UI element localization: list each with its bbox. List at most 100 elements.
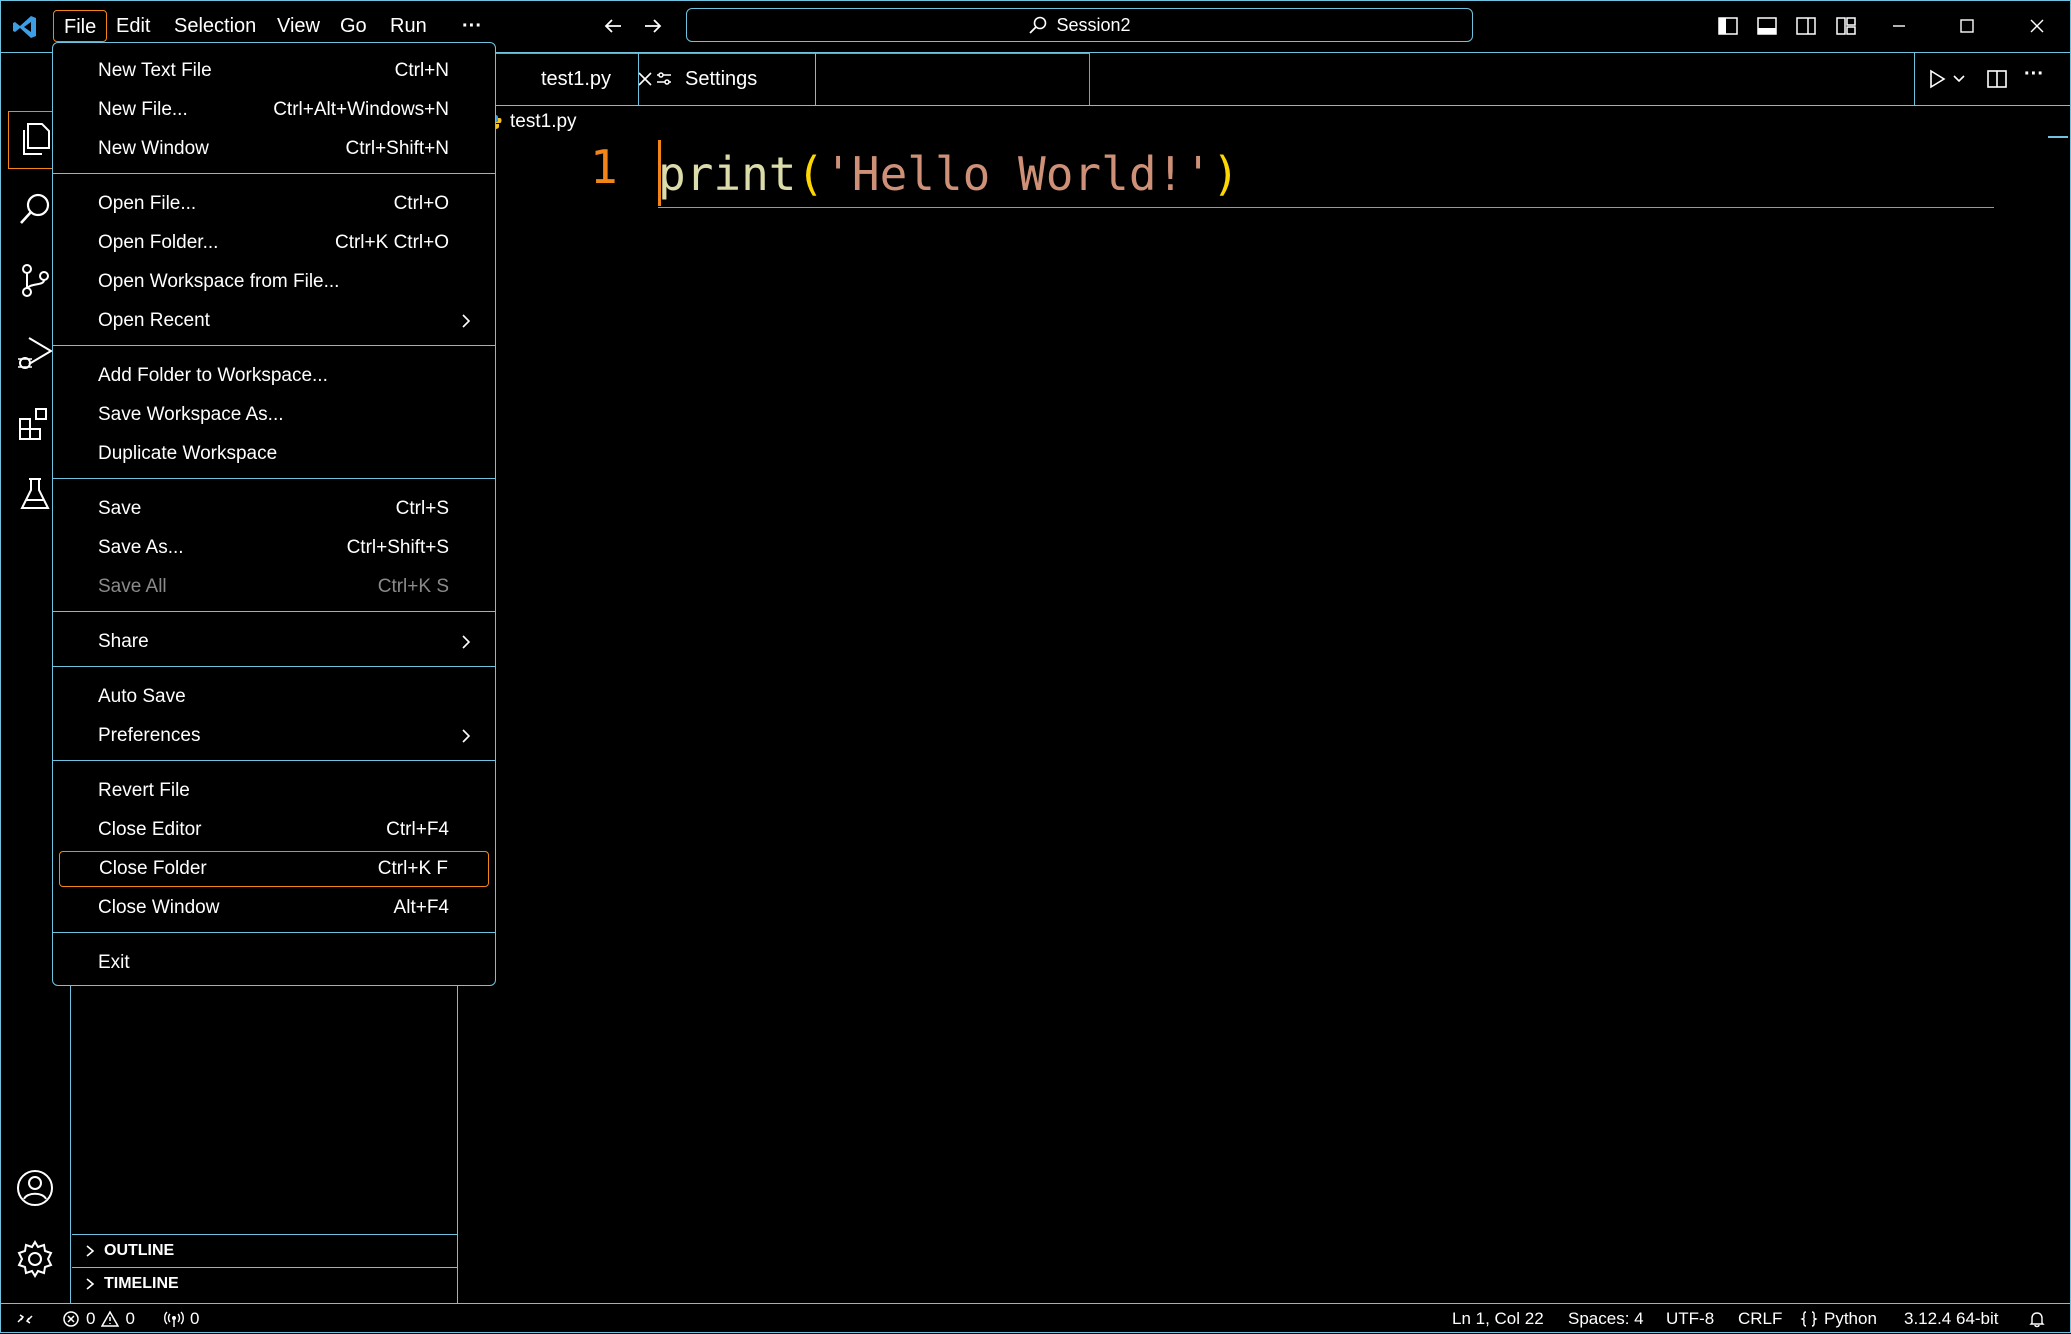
breadcrumb: test1.py (488, 108, 577, 136)
menu-separator (53, 173, 495, 174)
breadcrumb-file[interactable]: test1.py (510, 111, 577, 133)
back-arrow-icon[interactable] (598, 11, 628, 41)
explorer-icon[interactable] (14, 118, 56, 160)
run-and-debug-icon[interactable] (14, 331, 56, 373)
menu-item-save-workspace-as[interactable]: Save Workspace As... (59, 397, 489, 433)
cursor-line-marker (658, 140, 661, 206)
menu-item-shortcut: Ctrl+S (395, 498, 449, 519)
run-python-file-icon[interactable] (1926, 68, 1948, 90)
menu-edit[interactable]: Edit (106, 10, 160, 42)
toggle-secondary-sidebar-icon[interactable] (1791, 11, 1821, 41)
command-center-label: Session2 (1056, 14, 1131, 35)
menu-item-shortcut: Alt+F4 (393, 897, 449, 918)
menu-item-shortcut: Ctrl+K F (377, 858, 448, 879)
remote-indicator-icon[interactable] (16, 1304, 34, 1334)
source-control-icon[interactable] (14, 259, 56, 301)
menu-item-shortcut: Ctrl+Shift+N (345, 138, 449, 159)
menu-item-label: Share (98, 631, 149, 652)
menu-item-save[interactable]: Save Ctrl+S (59, 491, 489, 527)
close-window-icon[interactable] (2022, 11, 2052, 41)
menu-item-save-as[interactable]: Save As... Ctrl+Shift+S (59, 530, 489, 566)
customize-layout-icon[interactable] (1831, 11, 1861, 41)
outline-section-header[interactable]: OUTLINE (72, 1234, 458, 1266)
menu-more[interactable]: ··· (452, 10, 492, 42)
search-view-icon[interactable] (14, 188, 56, 230)
menu-item-open-folder[interactable]: Open Folder... Ctrl+K Ctrl+O (59, 225, 489, 261)
tab-label: Settings (685, 67, 758, 90)
chevron-right-icon (84, 1277, 96, 1291)
menu-item-label: Save (98, 498, 142, 519)
timeline-label: TIMELINE (104, 1274, 179, 1292)
end-of-line[interactable]: CRLF (1738, 1304, 1782, 1334)
split-editor-icon[interactable] (1986, 68, 2008, 90)
editor-area[interactable] (458, 136, 2070, 1302)
menu-item-label: Add Folder to Workspace... (98, 365, 328, 386)
menu-item-share[interactable]: Share (59, 624, 489, 660)
menu-item-close-editor[interactable]: Close Editor Ctrl+F4 (59, 812, 489, 848)
toggle-primary-sidebar-icon[interactable] (1713, 11, 1743, 41)
encoding[interactable]: UTF-8 (1666, 1304, 1714, 1334)
language-mode[interactable]: Python (1800, 1304, 1877, 1334)
menu-item-open-recent[interactable]: Open Recent (59, 303, 489, 339)
python-interpreter[interactable]: 3.12.4 64-bit (1904, 1304, 1999, 1334)
menu-item-shortcut: Ctrl+N (394, 60, 449, 81)
tab-label: test1.py (541, 68, 612, 90)
menu-go[interactable]: Go (330, 10, 377, 42)
command-center-search[interactable]: Session2 (686, 8, 1473, 42)
notifications-bell-icon[interactable] (2028, 1304, 2046, 1334)
line-number: 1 (590, 140, 618, 194)
problems-indicator[interactable]: 0 0 (62, 1304, 135, 1334)
editor-more-actions-icon[interactable]: ··· (2024, 63, 2044, 86)
ports-indicator[interactable]: 0 (164, 1304, 199, 1334)
menu-item-label: Open Workspace from File... (98, 271, 340, 292)
menu-separator (53, 345, 495, 346)
menu-item-shortcut: Ctrl+F4 (386, 819, 449, 840)
cursor-position[interactable]: Ln 1, Col 22 (1452, 1304, 1544, 1334)
accounts-icon[interactable] (14, 1167, 56, 1209)
menu-item-preferences[interactable]: Preferences (59, 718, 489, 754)
minimize-icon[interactable] (1884, 11, 1914, 41)
status-bar: 0 0 0 Ln 1, Col 22 Spaces: 4 UTF-8 CRLF … (0, 1303, 2071, 1333)
menu-item-label: Save Workspace As... (98, 404, 284, 425)
menu-item-label: Preferences (98, 725, 201, 746)
menu-item-close-window[interactable]: Close Window Alt+F4 (59, 890, 489, 926)
warning-count: 0 (125, 1309, 135, 1328)
code-line-1[interactable]: print('Hello World!') (658, 140, 1994, 208)
menu-view[interactable]: View (267, 10, 330, 42)
submenu-chevron-right-icon (459, 633, 473, 651)
menu-item-add-folder-to-workspace[interactable]: Add Folder to Workspace... (59, 358, 489, 394)
menu-item-close-folder[interactable]: Close Folder Ctrl+K F (59, 851, 489, 887)
menu-item-label: New File... (98, 99, 188, 120)
scrollbar-indicator[interactable] (2048, 136, 2068, 138)
run-dropdown-chevron-icon[interactable] (1952, 72, 1966, 86)
menu-item-new-file[interactable]: New File... Ctrl+Alt+Windows+N (59, 92, 489, 128)
extensions-icon[interactable] (14, 403, 56, 445)
menu-item-new-text-file[interactable]: New Text File Ctrl+N (59, 53, 489, 89)
forward-arrow-icon[interactable] (638, 11, 668, 41)
menu-item-exit[interactable]: Exit (59, 945, 489, 981)
menu-item-open-workspace-from-file[interactable]: Open Workspace from File... (59, 264, 489, 300)
broadcast-icon (164, 1310, 184, 1328)
menu-item-save-all[interactable]: Save All Ctrl+K S (59, 569, 489, 605)
menu-selection[interactable]: Selection (164, 10, 266, 42)
testing-flask-icon[interactable] (14, 473, 56, 515)
menu-item-auto-save[interactable]: Auto Save (59, 679, 489, 715)
timeline-section-header[interactable]: TIMELINE (72, 1267, 458, 1299)
menu-item-label: Save All (98, 576, 167, 597)
menu-run[interactable]: Run (380, 10, 437, 42)
menu-separator (53, 611, 495, 612)
editor-tab-bar: test1.py Settings ··· (458, 53, 2070, 106)
menu-item-open-file[interactable]: Open File... Ctrl+O (59, 186, 489, 222)
menu-item-new-window[interactable]: New Window Ctrl+Shift+N (59, 131, 489, 167)
manage-gear-icon[interactable] (14, 1238, 56, 1280)
menu-item-revert-file[interactable]: Revert File (59, 773, 489, 809)
indentation[interactable]: Spaces: 4 (1568, 1304, 1644, 1334)
tab-settings[interactable]: Settings (638, 53, 816, 105)
file-menu-dropdown: New Text File Ctrl+N New File... Ctrl+Alt+W… (52, 42, 496, 986)
menu-separator (53, 932, 495, 933)
menu-file[interactable]: File (53, 10, 108, 42)
menu-item-label: Auto Save (98, 686, 186, 707)
menu-item-duplicate-workspace[interactable]: Duplicate Workspace (59, 436, 489, 472)
maximize-icon[interactable] (1952, 11, 1982, 41)
toggle-panel-icon[interactable] (1752, 11, 1782, 41)
